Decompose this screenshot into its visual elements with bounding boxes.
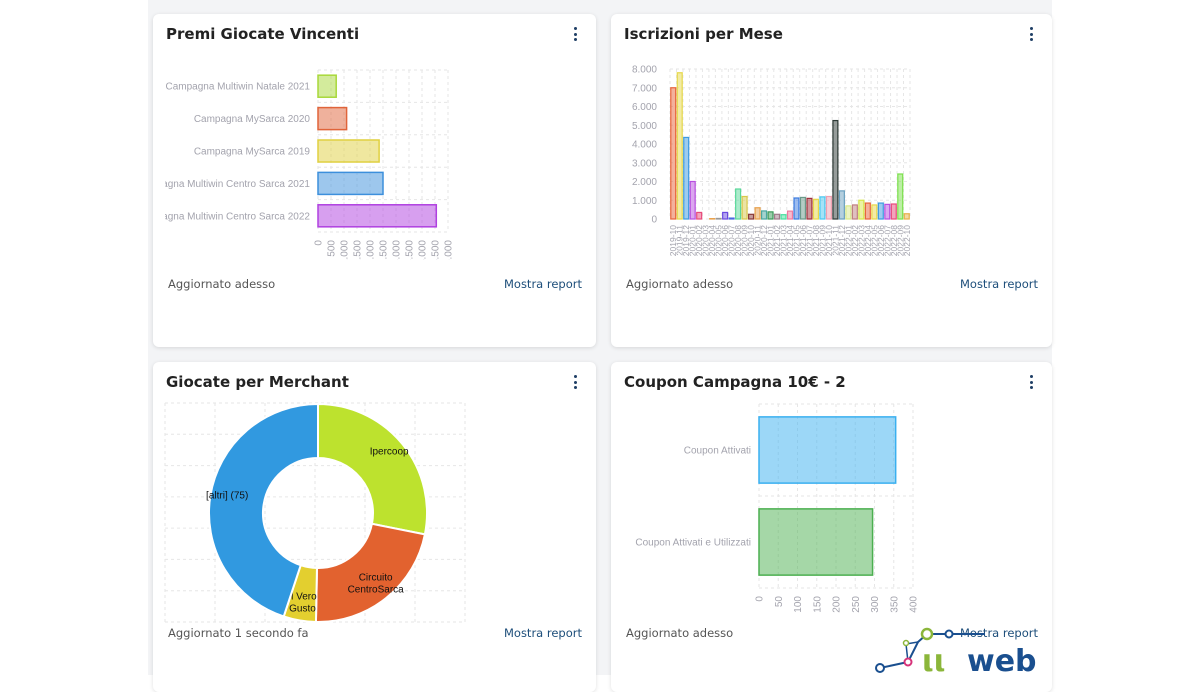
itweb-logo: ιι web: [876, 629, 1037, 675]
tick-label: 150: [812, 596, 823, 613]
category-label: Campagna MySarca 2020: [194, 114, 311, 125]
bar: [762, 211, 767, 219]
tick-label: 4.000: [418, 240, 429, 265]
bar: [872, 205, 877, 219]
bar: [820, 197, 825, 219]
tick-label: 0: [755, 596, 766, 602]
tick-label: 1.500: [353, 240, 364, 265]
tick-label: 2022-10: [902, 225, 912, 256]
bar: [775, 214, 780, 219]
charts-layer: Campagna Multiwin Natale 2021 Campagna My…: [0, 0, 1200, 675]
tick-label: 500: [327, 240, 338, 257]
bar: [788, 211, 793, 219]
bar: [759, 417, 896, 483]
slice-label: Ipercoop: [370, 447, 409, 458]
bar: [904, 214, 909, 219]
bar: [736, 189, 741, 219]
tick-label: 400: [909, 596, 920, 613]
tick-label: 50: [774, 596, 785, 608]
bar: [318, 140, 379, 162]
bar: [898, 174, 903, 219]
slice-label: Il VeroGusto: [288, 592, 317, 615]
tick-label: 5.000: [444, 240, 455, 265]
tick-label: 2.500: [379, 240, 390, 265]
bar: [768, 212, 773, 219]
slice-label: [altri] (75): [206, 490, 248, 501]
svg-text:web: web: [967, 644, 1037, 675]
bar: [684, 137, 689, 219]
tick-label: 100: [793, 596, 804, 613]
category-label: Coupon Attivati: [684, 446, 751, 457]
bar: [671, 88, 676, 219]
bar: [318, 205, 436, 227]
tick-label: 300: [870, 596, 881, 613]
tick-label: 1.000: [632, 196, 657, 207]
bar: [759, 509, 873, 575]
bar: [729, 218, 734, 219]
category-label: Campagna Multiwin Centro Sarca 2021: [135, 179, 310, 190]
chart-coupon-campagna: Coupon Attivati Coupon Attivati e Utilizz…: [635, 404, 919, 613]
category-label: Campagna Multiwin Centro Sarca 2022: [135, 211, 310, 222]
tick-label: 7.000: [632, 83, 657, 94]
tick-label: 4.000: [632, 140, 657, 151]
bar: [839, 191, 844, 219]
tick-label: 0: [651, 215, 657, 226]
tick-label: 1.000: [340, 240, 351, 265]
bar: [865, 203, 870, 219]
bar: [742, 197, 747, 220]
tick-label: 6.000: [632, 102, 657, 113]
tick-label: 4.500: [431, 240, 442, 265]
tick-label: 200: [832, 596, 843, 613]
bar: [690, 182, 695, 220]
bar: [749, 214, 754, 219]
tick-label: 3.000: [632, 158, 657, 169]
bar: [807, 198, 812, 219]
bar: [318, 75, 336, 97]
svg-text:ιι: ιι: [922, 644, 945, 675]
donut-slice: [318, 404, 427, 534]
bar: [318, 172, 383, 194]
tick-label: 5.000: [632, 121, 657, 132]
tick-label: 0: [314, 240, 325, 246]
bar: [723, 212, 728, 219]
category-label: Campagna Multiwin Natale 2021: [165, 82, 310, 93]
bar: [697, 212, 702, 219]
chart-premi-giocate-vincenti: Campagna Multiwin Natale 2021 Campagna My…: [135, 70, 454, 265]
bar: [716, 218, 721, 219]
bar: [852, 205, 857, 219]
bar: [794, 198, 799, 219]
bar: [885, 204, 890, 219]
bar: [813, 199, 818, 219]
bar: [859, 200, 864, 219]
tick-label: 2.000: [366, 240, 377, 265]
chart-iscrizioni-per-mese: 0 1.000 2.000 3.000 4.000 5.000 6.000 7.000 8.00…: [632, 65, 912, 257]
chart-giocate-per-merchant: IpercoopCircuitoCentroSarcaIl VeroGusto[…: [165, 403, 465, 622]
tick-label: 250: [851, 596, 862, 613]
tick-label: 2.000: [632, 177, 657, 188]
bar: [677, 73, 682, 219]
bar: [318, 108, 347, 130]
category-label: Coupon Attivati e Utilizzati: [635, 538, 751, 549]
category-label: Campagna MySarca 2019: [194, 147, 311, 158]
tick-label: 8.000: [632, 65, 657, 76]
bar: [846, 206, 851, 219]
bar: [826, 197, 831, 220]
bar: [833, 121, 838, 219]
bar: [755, 208, 760, 219]
bar: [781, 215, 786, 219]
bar: [891, 204, 896, 219]
tick-label: 350: [889, 596, 900, 613]
tick-label: 3.000: [392, 240, 403, 265]
tick-label: 3.500: [405, 240, 416, 265]
bar: [801, 197, 806, 219]
bar: [878, 203, 883, 219]
